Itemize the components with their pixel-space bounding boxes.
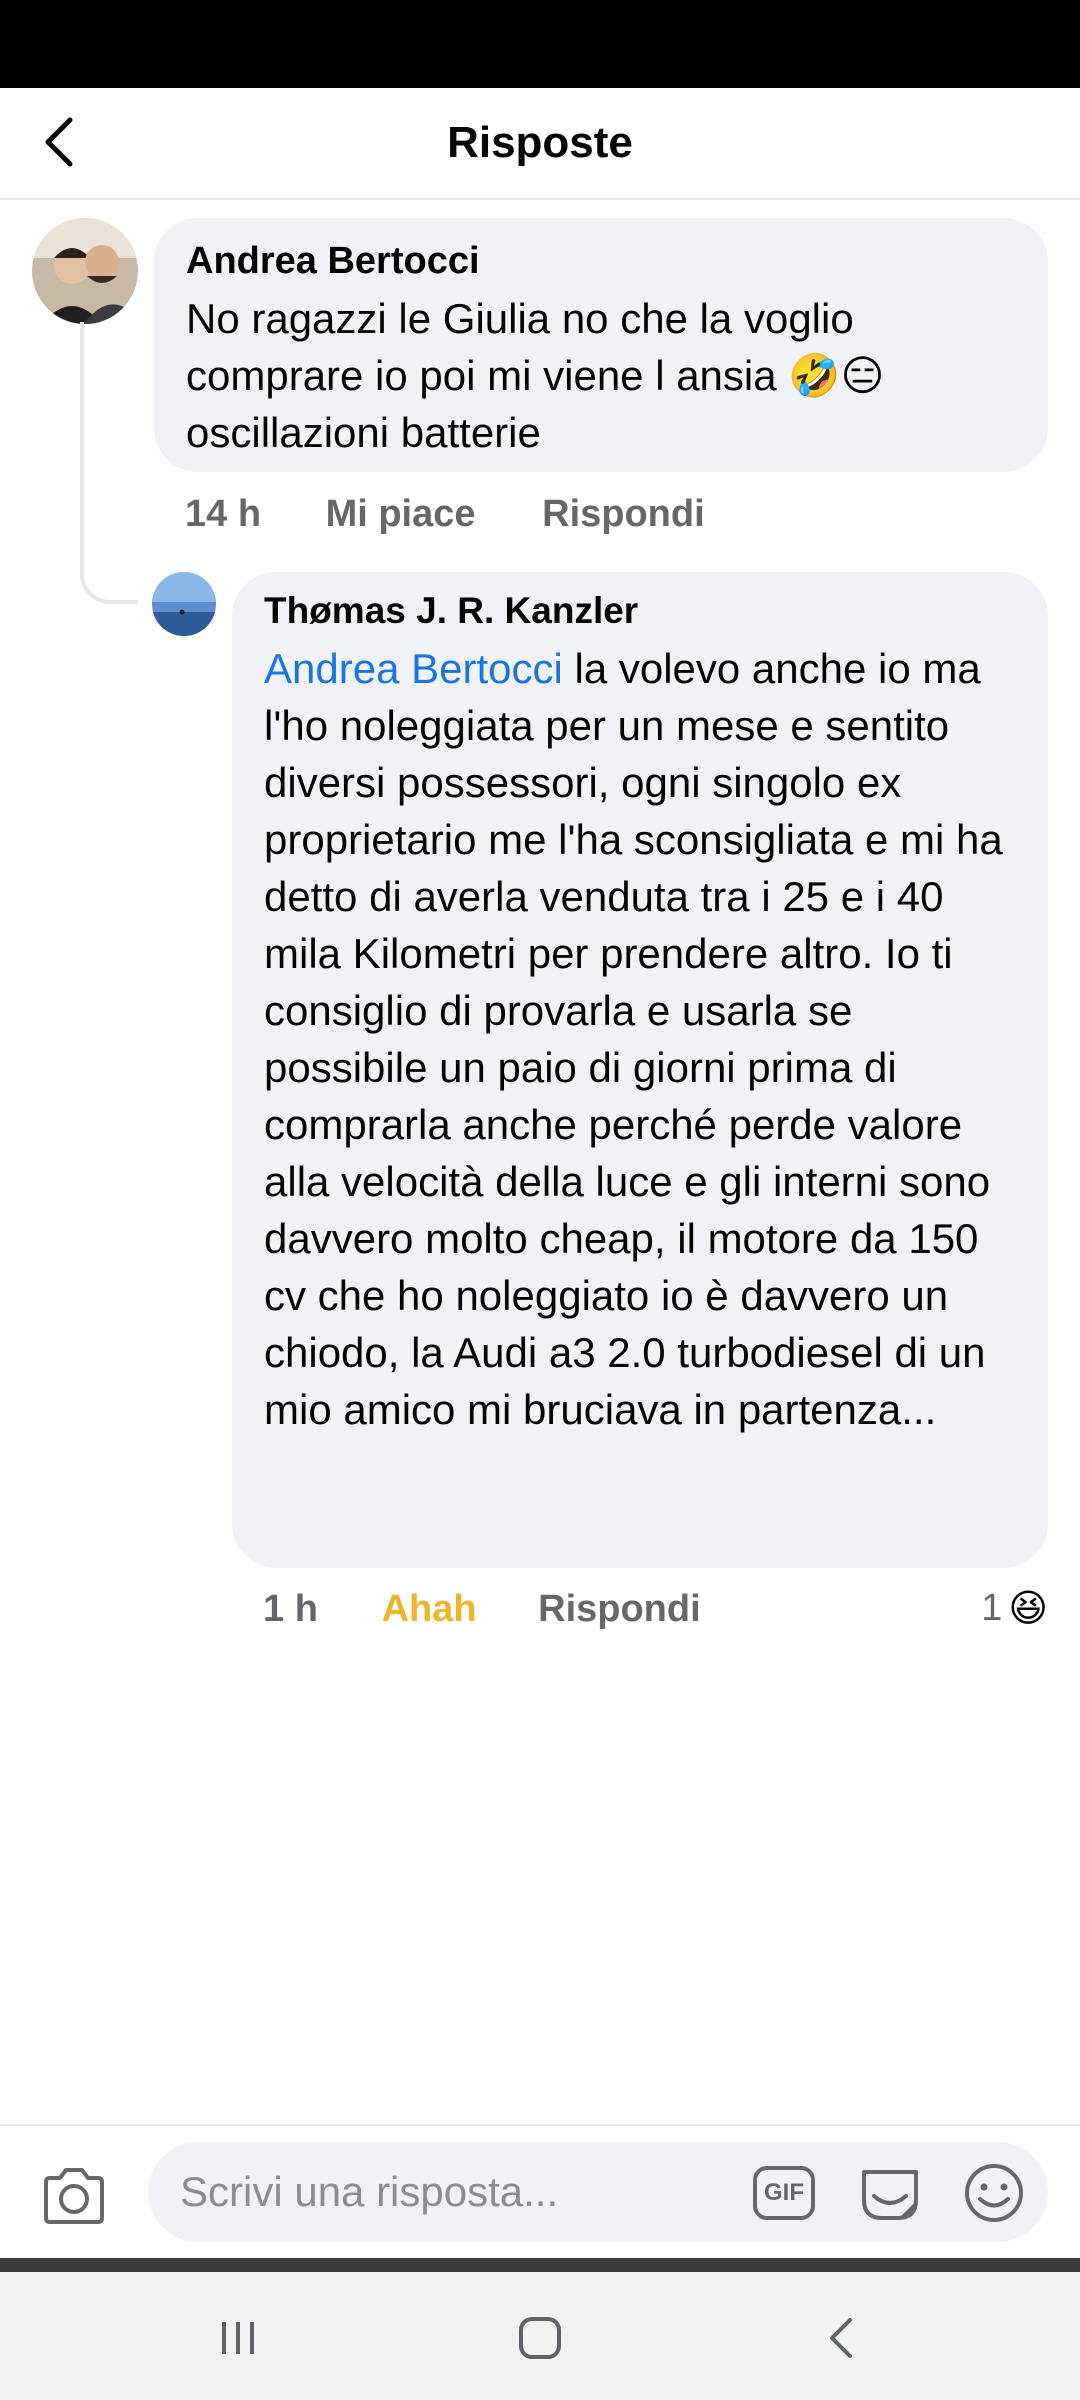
reaction-count: 1 — [981, 1586, 1003, 1629]
page-title: Risposte — [447, 118, 633, 167]
header: Risposte — [0, 88, 1080, 200]
reply-bubble[interactable]: Thømas J. R. Kanzler Andrea Bertocci la … — [232, 572, 1048, 1568]
comment-actions: 1 h Ahah Rispondi — [263, 1586, 701, 1632]
camera-icon — [44, 2168, 104, 2224]
home-icon — [519, 2317, 561, 2359]
avatar[interactable] — [32, 218, 138, 324]
comment-bubble[interactable]: Andrea Bertocci No ragazzi le Giulia no … — [154, 218, 1048, 472]
reply-button[interactable]: Rispondi — [538, 1586, 701, 1632]
avatar-photo — [152, 572, 216, 636]
sticker-icon — [862, 2170, 918, 2220]
sticker-button[interactable] — [858, 2162, 922, 2224]
comment-text: No ragazzi le Giulia no che la voglio co… — [186, 295, 885, 456]
back-arrow-icon — [830, 2318, 852, 2358]
reply-input[interactable]: Scrivi una risposta... — [180, 2142, 558, 2242]
status-bar — [0, 0, 1080, 88]
reply-composer[interactable]: Scrivi una risposta... GIF — [148, 2142, 1048, 2242]
system-back-button[interactable] — [802, 2306, 882, 2370]
comment-timestamp: 1 h — [263, 1588, 318, 1630]
avatar[interactable] — [152, 572, 216, 636]
gif-button[interactable]: GIF — [752, 2162, 816, 2224]
mention-link[interactable]: Andrea Bertocci — [264, 645, 563, 692]
back-button[interactable] — [28, 110, 92, 174]
reaction-button[interactable]: Ahah — [382, 1586, 528, 1632]
comment-author[interactable]: Andrea Bertocci — [186, 238, 1016, 284]
comment-body: la volevo anche io ma l'ho noleggiata pe… — [264, 645, 1003, 1433]
smiley-icon — [965, 2164, 1023, 2222]
divider — [0, 2124, 1080, 2126]
reaction-summary[interactable]: 1 😆 — [981, 1582, 1048, 1634]
home-button[interactable] — [500, 2306, 580, 2370]
recent-apps-button[interactable] — [198, 2306, 278, 2370]
reply-button[interactable]: Rispondi — [542, 491, 705, 537]
comment-actions: 14 h Mi piace Rispondi — [185, 491, 705, 537]
divider — [0, 2258, 1080, 2272]
avatar-photo — [32, 218, 138, 324]
camera-button[interactable] — [38, 2160, 110, 2232]
gif-label: GIF — [764, 2179, 804, 2206]
emoji-button[interactable] — [962, 2162, 1026, 2224]
chevron-left-icon — [45, 117, 73, 167]
comment-author[interactable]: Thømas J. R. Kanzler — [264, 588, 1018, 634]
comment-timestamp: 14 h — [185, 493, 262, 535]
recent-apps-icon — [222, 2322, 254, 2354]
like-button[interactable]: Mi piace — [326, 491, 532, 537]
laughing-emoji-icon: 😆 — [1008, 1587, 1048, 1630]
system-nav-bar — [0, 2272, 1080, 2400]
comment-text: Andrea Bertocci la volevo anche io ma l'… — [264, 640, 1018, 1438]
thread-connector — [80, 322, 138, 604]
